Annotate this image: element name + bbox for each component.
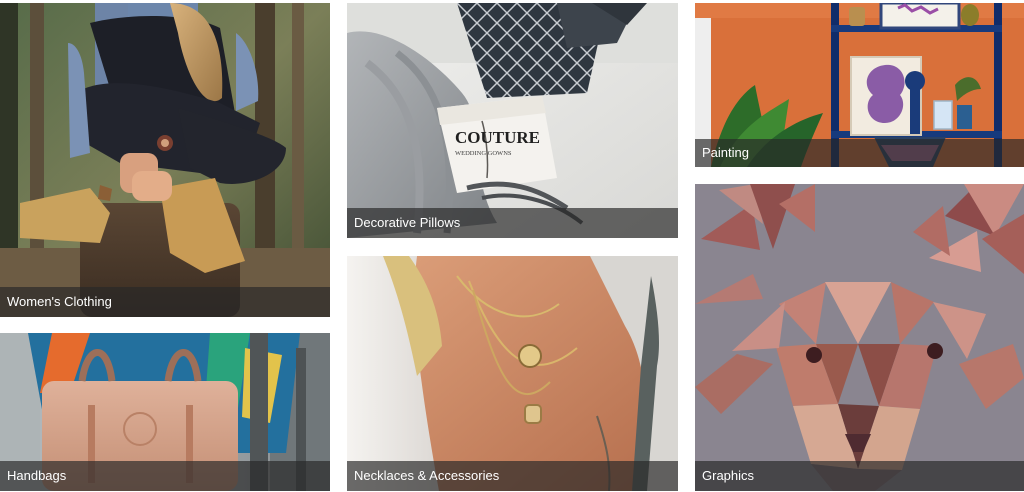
womens-clothing-image bbox=[0, 3, 330, 317]
category-tile-handbags[interactable]: Handbags bbox=[0, 333, 330, 491]
graphics-image bbox=[695, 184, 1024, 491]
category-tile-painting[interactable]: Painting bbox=[695, 3, 1024, 167]
category-tile-graphics[interactable]: Graphics bbox=[695, 184, 1024, 491]
decorative-pillows-image: COUTURE WEDDING GOWNS bbox=[347, 3, 678, 238]
womens-clothing-caption: Women's Clothing bbox=[0, 287, 330, 317]
handbags-caption: Handbags bbox=[0, 461, 330, 491]
category-tile-womens-clothing[interactable]: Women's Clothing bbox=[0, 3, 330, 317]
decorative-pillows-caption: Decorative Pillows bbox=[347, 208, 678, 238]
painting-caption: Painting bbox=[695, 139, 1024, 167]
necklaces-accessories-image bbox=[347, 256, 678, 491]
book-title-text: COUTURE bbox=[455, 128, 540, 147]
category-tile-necklaces-accessories[interactable]: Necklaces & Accessories bbox=[347, 256, 678, 491]
category-tile-decorative-pillows[interactable]: COUTURE WEDDING GOWNS Decorative Pillows bbox=[347, 3, 678, 238]
graphics-caption: Graphics bbox=[695, 461, 1024, 491]
book-subtitle-text: WEDDING GOWNS bbox=[455, 150, 512, 157]
necklaces-accessories-caption: Necklaces & Accessories bbox=[347, 461, 678, 491]
